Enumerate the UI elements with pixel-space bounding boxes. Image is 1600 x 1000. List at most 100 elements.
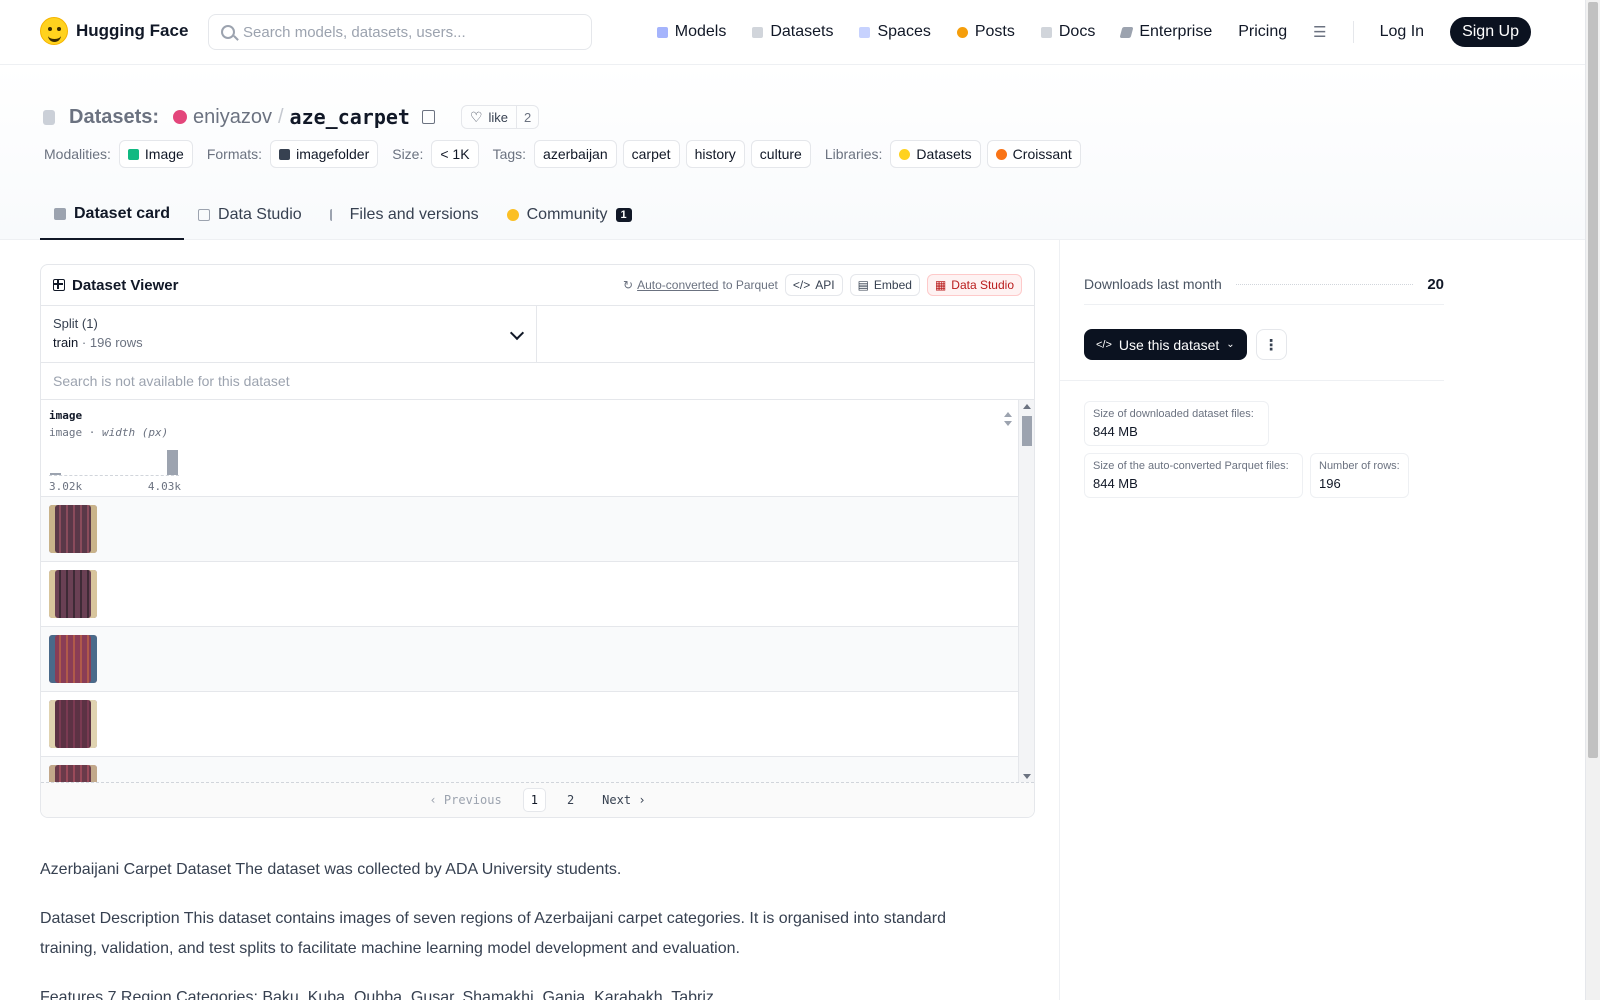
signup-button[interactable]: Sign Up [1450,17,1531,47]
nav-posts-label: Posts [974,23,1015,40]
libraries-label: Libraries: [824,146,883,162]
column-type-label: image [49,426,83,439]
stat-downloaded-size: Size of downloaded dataset files: 844 MB [1084,401,1269,446]
tag-format-imagefolder[interactable]: imagefolder [270,140,379,168]
search-input[interactable] [243,23,573,41]
auto-converted-link[interactable]: Auto-converted [637,278,718,292]
downloads-label: Downloads last month [1084,276,1222,292]
data-studio-label: Data Studio [951,278,1014,292]
previous-page-button[interactable]: ‹ Previous [422,789,508,811]
auto-converted-note: ↻ Auto-converted to Parquet [623,278,778,292]
like-count[interactable]: 2 [517,110,538,125]
histogram-bar[interactable] [167,450,178,475]
size-label: Size: [392,146,424,162]
grid-icon [53,279,65,291]
dataset-name-link[interactable]: aze_carpet [290,105,410,129]
viewer-table: image image · width (px) 3.02k 4.03k [41,400,1034,783]
downloads-value: 20 [1427,275,1444,293]
next-page-button[interactable]: Next › [595,789,652,811]
use-this-dataset-label: Use this dataset [1118,336,1220,353]
carpet-image-thumbnail[interactable] [49,505,97,553]
tab-community-label: Community [526,206,608,223]
models-icon [656,26,668,38]
viewer-scroll-thumb[interactable] [1022,416,1032,446]
tag-azerbaijan[interactable]: azerbaijan [534,140,617,168]
split-row: Split (1) train · 196 rows [41,306,1034,363]
tags-row: Modalities: Image Formats: imagefolder S… [44,140,1081,168]
column-header-image[interactable]: image image · width (px) 3.02k 4.03k [41,400,1020,497]
tab-files-and-versions[interactable]: Files and versions [316,190,493,240]
carpet-image-thumbnail[interactable] [49,635,97,683]
table-row[interactable] [41,757,1020,783]
copy-icon[interactable] [421,110,435,124]
refresh-icon: ↻ [623,278,634,292]
nav-docs[interactable]: Docs [1040,23,1095,41]
enterprise-icon [1119,26,1134,38]
format-label: imagefolder [296,146,370,162]
cube-icon [54,208,66,220]
table-row[interactable] [41,692,1020,757]
stat-parquet-size-value: 844 MB [1093,476,1138,491]
library-datasets[interactable]: Datasets [890,140,981,168]
home-logo-link[interactable]: Hugging Face [40,17,188,45]
login-link[interactable]: Log In [1380,23,1424,41]
tag-modality-image[interactable]: Image [118,140,193,168]
table-row[interactable] [41,627,1020,692]
community-count-badge: 1 [615,208,632,222]
nav-posts[interactable]: Posts [956,23,1015,41]
tag-carpet[interactable]: carpet [622,140,680,168]
nav-models-label: Models [674,23,727,40]
card-paragraph: Features 7 Region Categories: Baku, Kuba… [40,989,728,1000]
nav-pricing-label: Pricing [1238,23,1288,40]
page-1-button[interactable]: 1 [522,788,546,812]
split-rows: 196 rows [89,335,143,350]
nav-models[interactable]: Models [656,23,727,41]
histogram-bar[interactable] [50,473,61,475]
scroll-up-icon[interactable] [1023,404,1031,409]
api-button[interactable]: </> API [784,274,843,296]
nav-enterprise[interactable]: Enterprise [1119,23,1212,41]
table-row[interactable] [41,562,1020,627]
tag-culture[interactable]: culture [750,140,811,168]
tag-size[interactable]: < 1K [431,140,479,168]
split-selector[interactable]: Split (1) train · 196 rows [41,306,537,362]
carpet-image-thumbnail[interactable] [49,765,97,783]
carpet-image-thumbnail[interactable] [49,570,97,618]
community-icon [506,209,519,221]
nav-datasets[interactable]: Datasets [752,23,833,41]
use-this-dataset-button[interactable]: </> Use this dataset ⌄ [1084,329,1247,360]
global-search[interactable] [208,14,592,50]
data-studio-button[interactable]: ▦ Data Studio [926,274,1022,296]
more-menu-button[interactable]: ☰ [1313,23,1326,41]
tab-files-label: Files and versions [349,206,479,223]
kebab-icon: ⋮ [1263,336,1279,354]
sort-icon[interactable] [1004,412,1012,426]
owner-link[interactable]: eniyazov [193,106,272,129]
nav-pricing[interactable]: Pricing [1238,23,1287,41]
side-separator [1060,380,1444,381]
like-button[interactable]: ♡ like [462,106,518,128]
viewer-actions: ↻ Auto-converted to Parquet </> API ▤ Embe… [623,274,1022,296]
nav-divider [1352,21,1354,43]
table-rows [41,497,1034,783]
tag-history[interactable]: history [685,140,745,168]
table-row[interactable] [41,497,1020,562]
embed-button[interactable]: ▤ Embed [849,274,920,296]
login-label: Log In [1379,23,1425,40]
page-scroll-thumb[interactable] [1588,2,1598,758]
viewer-scrollbar[interactable] [1018,400,1034,783]
next-label: Next [602,793,632,807]
nav-spaces[interactable]: Spaces [859,23,931,41]
library-croissant[interactable]: Croissant [986,140,1081,168]
page-scrollbar[interactable] [1585,0,1600,1000]
scroll-down-icon[interactable] [1023,774,1031,779]
carpet-image-thumbnail[interactable] [49,700,97,748]
tab-dataset-card[interactable]: Dataset card [40,190,185,240]
tab-community[interactable]: Community 1 [493,190,646,240]
dataset-card-content: Azerbaijani Carpet Dataset The dataset w… [40,855,975,1000]
tab-data-studio[interactable]: Data Studio [184,190,316,240]
top-navbar: Hugging Face Models Datasets Spaces Post… [0,0,1585,65]
datasets-type-label: Datasets: [69,105,160,128]
page-2-button[interactable]: 2 [560,789,581,811]
more-options-button[interactable]: ⋮ [1255,329,1287,360]
